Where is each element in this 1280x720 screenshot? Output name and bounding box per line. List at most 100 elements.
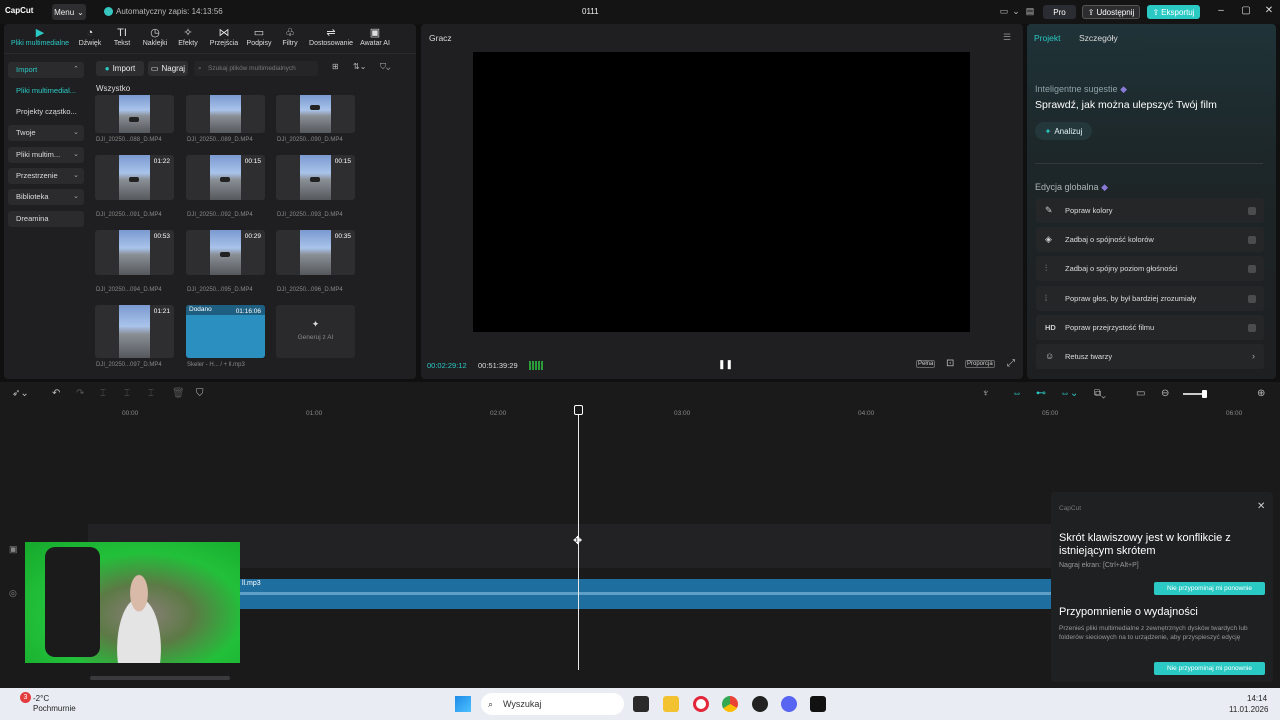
toggle[interactable] <box>1248 324 1256 332</box>
toggle[interactable] <box>1248 207 1256 215</box>
aspect-ratio-button[interactable]: Proporcja <box>965 360 995 368</box>
link-icon[interactable]: ⇔ <box>1012 388 1022 399</box>
global-item-voice[interactable]: ⦙ Popraw głos, by był bardziej zrozumiały <box>1036 286 1264 311</box>
global-item-clarity[interactable]: HD Popraw przejrzystość filmu <box>1036 315 1264 340</box>
zoom-out-icon[interactable]: ⊖ <box>1161 388 1169 399</box>
sidebar-item-spaces[interactable]: Przestrzenie ⌄ <box>8 168 84 184</box>
sidebar-item-yours[interactable]: Twoje ⌄ <box>8 125 84 141</box>
project-title[interactable]: 0111 <box>582 7 599 16</box>
sidebar-item-projects[interactable]: Projekty cząstko... <box>8 104 84 120</box>
clock-date[interactable]: 11.01.2026 <box>1229 705 1268 714</box>
media-thumb[interactable] <box>276 95 355 133</box>
tab-details[interactable]: Szczegóły <box>1079 33 1118 43</box>
media-thumb[interactable]: 00:15 <box>276 155 355 200</box>
generate-ai-tile[interactable]: ✦ Generuj z AI <box>276 305 355 358</box>
sidebar-item-library[interactable]: Biblioteka ⌄ <box>8 189 84 205</box>
tab-adjust[interactable]: ⇌ Dostosowanie <box>306 27 356 53</box>
toggle[interactable] <box>1248 265 1256 273</box>
tab-captions[interactable]: ▭ Podpisy <box>244 27 274 53</box>
undo-icon[interactable]: ↶ <box>52 388 60 399</box>
minimize-icon[interactable]: – <box>1214 5 1228 19</box>
clock-time[interactable]: 14:14 <box>1247 694 1267 703</box>
audio-thumb[interactable]: Dodano 01:16:06 <box>186 305 265 358</box>
dont-remind-button[interactable]: Nie przypominaj mi ponownie <box>1154 662 1265 675</box>
preview-axis-icon[interactable]: ⧉⌄ <box>1094 388 1106 399</box>
keyboard-icon[interactable]: ▤ <box>1024 6 1036 16</box>
discord-icon[interactable] <box>781 696 797 712</box>
snap-icon[interactable]: ⊷ <box>1036 388 1046 399</box>
media-thumb[interactable] <box>186 95 265 133</box>
sidebar-item-media[interactable]: Pliki multimedial... <box>8 83 84 99</box>
analyze-button[interactable]: ✦ Analizuj <box>1035 122 1092 140</box>
timeline-scrollbar[interactable] <box>90 676 230 680</box>
caption-icon[interactable]: ▭ <box>1136 388 1145 399</box>
pro-button[interactable]: Pro <box>1043 5 1076 19</box>
filter-icon[interactable]: ⛉⌄ <box>380 62 390 72</box>
global-item-face-retouch[interactable]: ☺ Retusz twarzy › <box>1036 344 1264 369</box>
sort-icon[interactable]: ⇅⌄ <box>353 62 366 71</box>
split-left-icon[interactable]: ⌶ <box>124 388 130 399</box>
marker-icon[interactable]: ⛉ <box>196 388 204 399</box>
timeline-ruler[interactable]: 00:00 01:00 02:00 03:00 04:00 05:00 06:0… <box>90 407 1280 419</box>
global-item-volume[interactable]: ⫶ Zadbaj o spójny poziom głośności <box>1036 256 1264 281</box>
close-icon[interactable]: ✕ <box>1262 5 1276 19</box>
pause-icon[interactable]: ❚❚ <box>718 359 733 370</box>
tab-text[interactable]: TI Tekst <box>110 27 134 53</box>
layout-icon[interactable]: ▭ <box>998 6 1010 16</box>
task-view-icon[interactable] <box>633 696 649 712</box>
linkage-icon[interactable]: ⇔⌄ <box>1060 388 1078 399</box>
media-thumb[interactable] <box>95 95 174 133</box>
chrome-icon[interactable] <box>722 696 738 712</box>
microphone-icon[interactable]: ♆ <box>982 388 990 399</box>
select-tool-icon[interactable]: ➶⌄ <box>12 388 29 399</box>
media-thumb[interactable]: 01:22 <box>95 155 174 200</box>
taskbar-search[interactable]: ⌕ Wyszukaj <box>481 693 624 715</box>
split-right-icon[interactable]: ⌶ <box>148 388 154 399</box>
weather-desc[interactable]: Pochmurnie <box>33 704 76 713</box>
global-item-fix-colors[interactable]: ✎ Popraw kolory <box>1036 198 1264 223</box>
close-icon[interactable]: ✕ <box>1257 501 1265 512</box>
media-thumb[interactable]: 00:29 <box>186 230 265 275</box>
zoom-slider-handle[interactable] <box>1202 390 1207 398</box>
share-button[interactable]: ⇪ Udostępnij <box>1082 5 1140 19</box>
tab-transitions[interactable]: ⋈ Przejścia <box>206 27 242 53</box>
fit-icon[interactable]: ⊡ <box>946 358 954 369</box>
grid-view-icon[interactable]: ⊞ <box>332 62 339 71</box>
weather-badge[interactable]: 3 <box>20 692 31 703</box>
tab-effects[interactable]: ✧ Efekty <box>175 27 201 53</box>
media-thumb[interactable]: 01:21 <box>95 305 174 358</box>
record-button[interactable]: ▭ Nagraj <box>148 61 188 76</box>
file-explorer-icon[interactable] <box>663 696 679 712</box>
global-item-color-consistency[interactable]: ◈ Zadbaj o spójność kolorów <box>1036 227 1264 252</box>
playhead-handle[interactable] <box>574 405 583 415</box>
media-thumb[interactable]: 00:35 <box>276 230 355 275</box>
maximize-icon[interactable]: ▢ <box>1239 5 1253 19</box>
redo-icon[interactable]: ↷ <box>76 388 84 399</box>
zoom-in-icon[interactable]: ⊕ <box>1257 388 1265 399</box>
delete-icon[interactable]: 🗑 <box>172 388 185 399</box>
fullscreen-icon[interactable]: ⤢ <box>1007 358 1015 369</box>
tab-stickers[interactable]: ◷ Naklejki <box>140 27 170 53</box>
audio-track-icon[interactable]: ◎ <box>9 588 17 599</box>
tab-avatar[interactable]: ▣ Awatar AI <box>358 27 392 53</box>
capcut-taskbar-icon[interactable] <box>810 696 826 712</box>
tab-media[interactable]: ▶ Pliki multimedialne <box>8 27 72 53</box>
menu-button[interactable]: Menu ⌄ <box>52 4 86 20</box>
tab-audio[interactable]: ◔ Dźwięk <box>76 27 104 53</box>
sidebar-item-dreamina[interactable]: Dreamina <box>8 211 84 227</box>
split-icon[interactable]: ⌶ <box>100 388 106 399</box>
audio-clip[interactable] <box>240 579 1053 609</box>
windows-start-icon[interactable] <box>455 696 471 712</box>
opera-icon[interactable] <box>693 696 709 712</box>
import-button[interactable]: ● Import <box>96 61 144 76</box>
sidebar-item-import[interactable]: Import ⌃ <box>8 62 84 78</box>
media-thumb[interactable]: 00:15 <box>186 155 265 200</box>
export-button[interactable]: ⇪ Eksportuj <box>1147 5 1200 19</box>
media-thumb[interactable]: 00:53 <box>95 230 174 275</box>
sidebar-item-media2[interactable]: Pliki multim... ⌄ <box>8 147 84 163</box>
full-quality-button[interactable]: Pełna <box>916 360 936 368</box>
video-track-icon[interactable]: ▣ <box>9 544 18 555</box>
tab-project[interactable]: Projekt <box>1034 33 1060 43</box>
video-preview[interactable] <box>473 52 970 332</box>
toggle[interactable] <box>1248 236 1256 244</box>
